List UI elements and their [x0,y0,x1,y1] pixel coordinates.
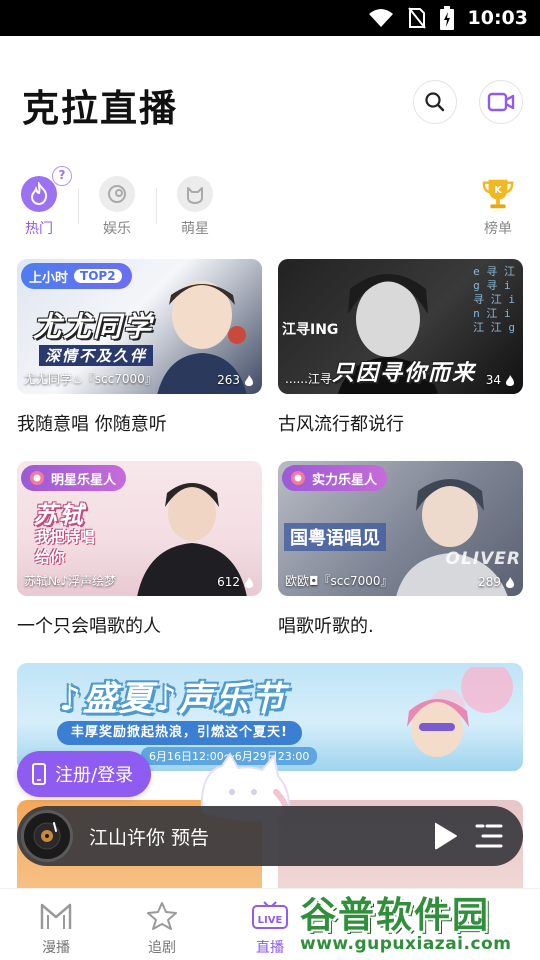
phone-icon [32,763,46,785]
banner-character-art [407,667,513,757]
nav-manbo-label: 漫播 [42,940,70,956]
room-title: 古风流行都说行 [278,414,404,435]
rank-tag: 明星乐星人 [21,465,127,491]
wifi-icon [368,9,393,27]
tab-entertainment[interactable]: 娱乐 [82,168,152,238]
rank-tag-top: TOP2 [74,269,122,283]
tab-cute-stars-label: 萌星 [181,221,209,237]
viewer-count-value: 34 [485,373,501,387]
room-thumbnail: e 寻 江g 寻 i寻 江 in 江 i江 江 g 江寻ING 只因寻你而来 .… [278,259,523,394]
flame-icon [506,576,514,588]
viewer-count: 289 [478,575,515,589]
tab-leaderboard[interactable]: K 榜单 [463,168,533,238]
battery-icon [439,6,454,30]
viewer-count: 34 [486,373,515,387]
star-icon [147,902,177,930]
search-button[interactable] [413,80,457,124]
rank-tag-label: 明星乐星人 [51,472,117,488]
live-room-card[interactable]: 实力乐星人 国粤语唱见 OLIVER 欧欧◘『scc7000』 289 唱歌听歌… [278,461,523,638]
no-sim-icon [407,7,426,29]
rank-tag-label: 上小时 [29,270,69,286]
thumbnail-title: 只因寻你而来 [332,361,477,386]
player-track-title: 江山许你 预告 [89,827,210,849]
clock: 10:03 [467,7,528,29]
register-login-button[interactable]: 注册/登录 [17,751,151,797]
room-title: 我随意唱 你随意听 [17,414,167,435]
viewer-count-value: 289 [478,575,501,589]
nav-drama-label: 追剧 [148,940,176,956]
room-title: 唱歌听歌的. [278,616,374,637]
watermark-title: 谷普软件园 [300,895,491,936]
flame-icon [245,374,253,386]
viewer-count-value: 263 [217,373,240,387]
divider [78,188,79,224]
host-name: 苏轼№♪浮声绘梦 [24,574,117,588]
playlist-icon[interactable] [475,822,503,850]
help-icon[interactable]: ? [52,166,72,186]
play-icon[interactable] [431,820,459,852]
live-tv-icon: LIVE [252,901,288,929]
tab-cute-stars[interactable]: 萌星 [160,168,230,238]
thumbnail-side-text: 江寻ING [282,322,339,338]
flame-icon [245,576,253,588]
live-room-card[interactable]: 明星乐星人 苏轼 我把诗唱给你 苏轼№♪浮声绘梦 612 一个只会唱歌的人 [17,461,262,638]
thumbnail-subtitle: 深情不及久伴 [39,345,154,366]
live-room-card[interactable]: 上小时 TOP2 尤尤同学 深情不及久伴 尤尤同学♨『scc7000』 263 … [17,259,262,436]
flame-icon [506,374,514,386]
rank-tag: 实力乐星人 [282,465,388,491]
vinyl-disc-icon [21,810,73,862]
host-name: ......江寻 [285,372,332,386]
tab-entertainment-label: 娱乐 [103,221,131,237]
rank-tag: 上小时 TOP2 [21,263,132,289]
entertainment-icon [99,176,135,212]
tab-hot[interactable]: ? 热门 [4,166,74,238]
divider [156,188,157,224]
start-live-button[interactable] [479,80,523,124]
thumbnail-side-text: OLIVER [445,549,521,569]
status-bar: 10:03 [0,0,540,36]
trophy-icon: K [480,176,516,212]
room-thumbnail: 明星乐星人 苏轼 我把诗唱给你 苏轼№♪浮声绘梦 612 [17,461,262,596]
manbo-logo-icon [40,903,72,929]
thumbnail-title: 尤尤同学 [33,310,154,343]
badge-icon [30,471,44,485]
thumbnail-title: 国粤语唱见 [284,523,386,551]
svg-text:K: K [494,185,502,196]
room-thumbnail: 实力乐星人 国粤语唱见 OLIVER 欧欧◘『scc7000』 289 [278,461,523,596]
watermark-url: www.gupuxiazai.com [300,934,512,954]
nav-drama[interactable]: 追剧 [122,901,202,957]
badge-icon [291,471,305,485]
video-camera-icon [487,92,515,112]
nav-manbo[interactable]: 漫播 [16,901,96,957]
app-screen: 10:03 克拉直播 ? 热门 娱乐 萌星 K 榜单 上小时 TOP2 尤尤同学… [0,0,540,960]
viewer-count-value: 612 [217,575,240,589]
matrix-decor: e 寻 江g 寻 i寻 江 in 江 i江 江 g [473,265,515,334]
tab-hot-label: 热门 [25,221,53,237]
thumbnail-title: 苏轼 [33,501,85,529]
thumbnail-subtitle: 我把诗唱给你 [35,528,96,566]
viewer-count: 263 [217,373,254,387]
room-title: 一个只会唱歌的人 [17,616,161,637]
tab-leaderboard-label: 榜单 [484,221,512,237]
page-title: 克拉直播 [22,87,178,130]
watermark: 谷普软件园 www.gupuxiazai.com [296,884,540,960]
search-icon [425,92,445,112]
register-login-label: 注册/登录 [55,765,134,786]
live-room-card[interactable]: e 寻 江g 寻 i寻 江 in 江 i江 江 g 江寻ING 只因寻你而来 .… [278,259,523,436]
viewer-count: 612 [217,575,254,589]
audio-player-bar[interactable]: 江山许你 预告 [17,806,523,866]
banner-subtitle: 丰厚奖励掀起热浪，引燃这个夏天! [57,721,302,745]
rank-tag-label: 实力乐星人 [312,472,378,488]
cat-face-icon [177,176,213,212]
banner-title: ♪盛夏♪声乐节 [59,679,287,719]
category-tabs: ? 热门 娱乐 萌星 K 榜单 [0,166,540,240]
svg-text:LIVE: LIVE [258,915,283,926]
host-name: 尤尤同学♨『scc7000』 [24,372,157,386]
fire-icon [21,176,57,212]
host-name: 欧欧◘『scc7000』 [285,574,393,588]
header: 克拉直播 [0,60,540,144]
room-thumbnail: 上小时 TOP2 尤尤同学 深情不及久伴 尤尤同学♨『scc7000』 263 [17,259,262,394]
